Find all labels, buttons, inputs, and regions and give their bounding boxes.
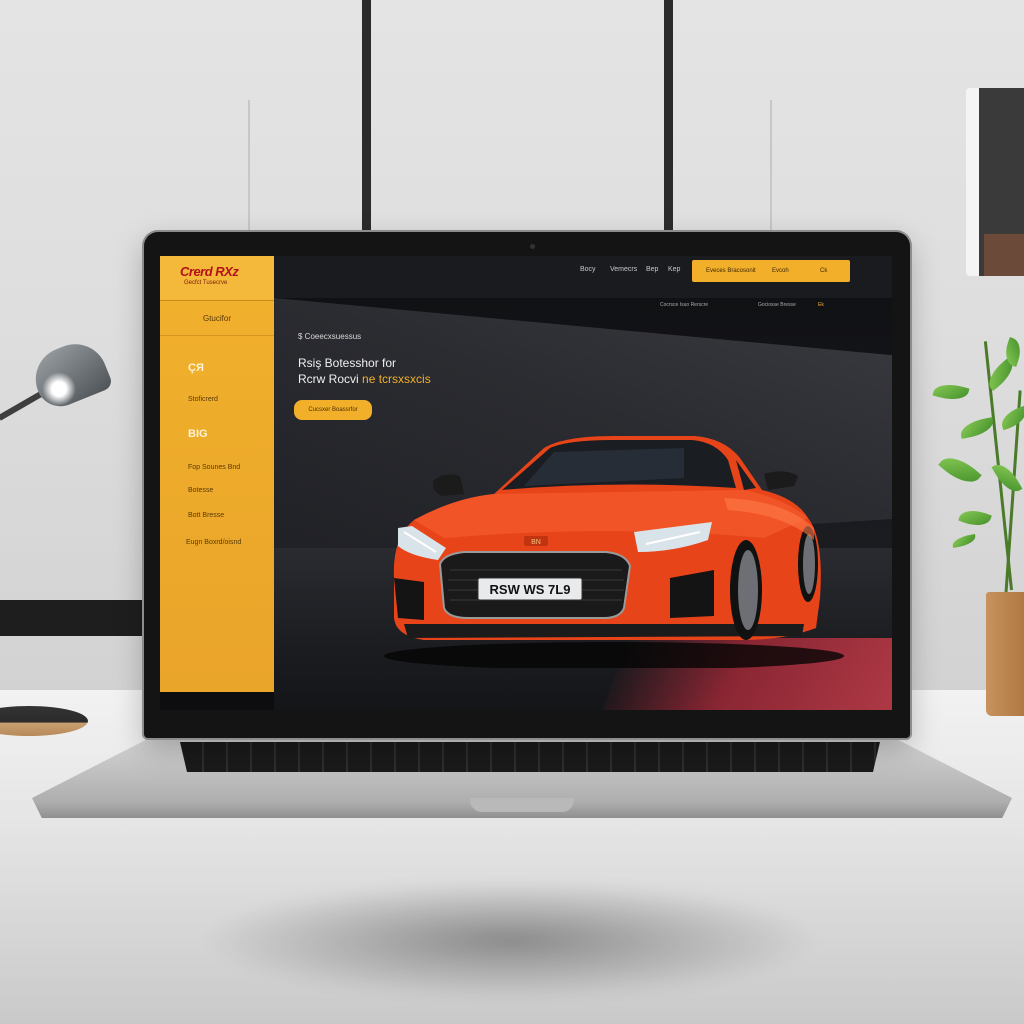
nav-cta-badge: Ck	[820, 268, 828, 274]
sidebar-icon: BIG	[188, 428, 208, 440]
hero-title-line-2: Rcrw Rocvi ne tcrsxsxcis	[298, 372, 431, 386]
car-badge: BN	[531, 539, 541, 546]
background-ledge	[0, 600, 160, 636]
car-image: BN RSW WS 7L9	[384, 436, 844, 668]
sidebar-item[interactable]: Botesse	[188, 487, 268, 494]
top-nav: Bocy Vemecrs Bep Kep Eveces Bracosonit E…	[274, 256, 892, 298]
nav-link[interactable]: Bocy	[580, 266, 596, 273]
logo[interactable]: Crerd RXz Gecfct Tusecrve	[160, 256, 274, 301]
wall-post	[664, 0, 673, 240]
sidebar: Crerd RXz Gecfct Tusecrve Gtucifor ÇЯ St…	[160, 256, 275, 692]
sidebar-item[interactable]: Eugn Boxrd/oisnd	[186, 539, 272, 546]
hero-eyebrow: $ Coeecxsuessus	[298, 332, 362, 341]
sidebar-item[interactable]: Fop Sounes Bnd	[188, 464, 268, 471]
sidebar-item[interactable]: Stoficrerd	[188, 396, 268, 403]
laptop-screen: Crerd RXz Gecfct Tusecrve Gtucifor ÇЯ St…	[160, 256, 892, 710]
nav-link[interactable]: Kep	[668, 266, 680, 273]
wall-cabinet	[966, 88, 1024, 276]
laptop-notch	[470, 798, 574, 812]
sidebar-item[interactable]: Bott Bresse	[188, 512, 268, 519]
webcam-icon	[530, 244, 535, 249]
nav-cta-right: Evcoh	[772, 268, 789, 274]
desk-shadow	[200, 880, 820, 1000]
logo-text: Crerd RXz	[180, 264, 239, 279]
nav-cta-button[interactable]: Eveces Bracosonit Evcoh Ck	[692, 260, 850, 282]
hero-title-highlight: ne tcrsxsxcis	[362, 372, 431, 386]
logo-tagline: Gecfct Tusecrve	[184, 280, 228, 286]
nav-cta-label: Eveces Bracosonit	[706, 268, 756, 274]
lamp-bulb	[42, 372, 76, 406]
laptop-keyboard	[180, 742, 880, 772]
hero-section: Cocrsce Isuo Rerscre Gociosse Bresse Ek …	[274, 298, 892, 710]
nav-link[interactable]: Bep	[646, 266, 658, 273]
wall-post	[362, 0, 371, 240]
sidebar-icon: ÇЯ	[188, 362, 204, 374]
hero-title-line-1: Rsiş Botesshor for	[298, 356, 397, 370]
hero-title-plain: Rcrw Rocvi	[298, 372, 359, 386]
subnav-link[interactable]: Cocrsce Isuo Rerscre	[660, 302, 708, 308]
subnav-link[interactable]: Gociosse Bresse	[758, 302, 796, 308]
subnav-link[interactable]: Ek	[818, 302, 824, 308]
nav-link[interactable]: Vemecrs	[610, 266, 637, 273]
wall-seam	[770, 100, 772, 230]
sidebar-item-top[interactable]: Gtucifor	[160, 314, 274, 336]
wall-seam	[248, 100, 250, 230]
hero-cta-button[interactable]: Cucsxer Boassrfor	[294, 400, 372, 420]
license-plate: RSW WS 7L9	[490, 582, 571, 597]
